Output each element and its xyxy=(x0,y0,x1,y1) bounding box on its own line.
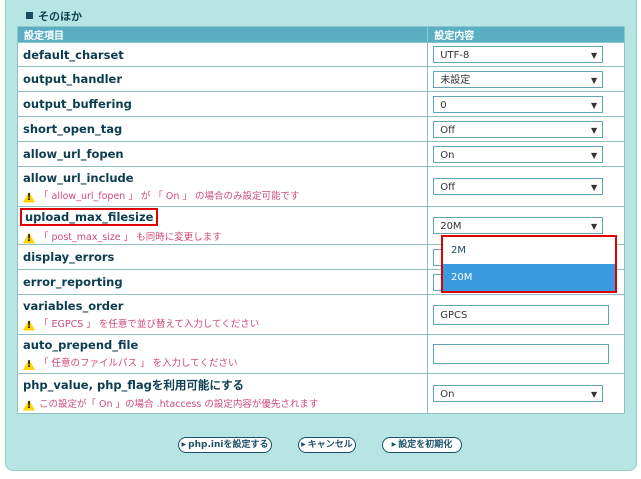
short-open-tag-select[interactable]: Off ▼ xyxy=(433,120,604,138)
table-row: allow_url_include ! 「 allow_url_fopen 」 が… xyxy=(16,166,625,207)
variables-order-input[interactable]: GPCS xyxy=(433,304,610,325)
warning-icon: ! xyxy=(23,191,35,203)
output-handler-select[interactable]: 未設定 ▼ xyxy=(433,70,604,88)
table-row: php_value, php_flagを利用可能にする ! この設定が「 On 」… xyxy=(16,373,625,414)
warning-icon: ! xyxy=(23,232,35,244)
upload-max-filesize-dropdown: 2M 20M xyxy=(441,235,617,293)
settings-table: 設定項目 設定内容 default_charset UTF-8 ▼ output_… xyxy=(16,26,625,414)
warning-note: ! この設定が「 On 」の場合 .htaccess の設定内容が優先されます xyxy=(23,396,422,411)
warning-note: ! 「 post_max_size 」 も同時に変更します xyxy=(23,229,422,244)
setting-name: allow_url_fopen xyxy=(23,147,124,161)
setting-name: allow_url_include xyxy=(23,170,134,185)
setting-name: output_handler xyxy=(23,72,123,86)
dropdown-arrow-icon: ▼ xyxy=(591,183,598,192)
upload-max-filesize-select[interactable]: 20M ▼ xyxy=(433,217,604,234)
php-value-flag-select[interactable]: On ▼ xyxy=(433,385,604,402)
warning-icon: ! xyxy=(23,319,35,331)
table-row: auto_prepend_file ! 「 任意のファイルパス 」 を入力してくだ… xyxy=(16,334,625,374)
warning-icon: ! xyxy=(23,399,35,411)
section-title: そのほか xyxy=(26,8,82,24)
allow-url-include-select[interactable]: Off ▼ xyxy=(433,178,604,195)
dropdown-arrow-icon: ▼ xyxy=(591,222,598,231)
table-header: 設定項目 設定内容 xyxy=(16,26,625,43)
table-row: allow_url_fopen On ▼ xyxy=(16,141,625,167)
table-row: default_charset UTF-8 ▼ xyxy=(16,42,625,67)
triangle-right-icon: ▶ xyxy=(391,441,397,448)
col-header-item: 設定項目 xyxy=(16,26,429,43)
warning-note: ! 「 allow_url_fopen 」 が 「 On 」 の場合のみ設定可能で… xyxy=(23,188,422,203)
output-buffering-select[interactable]: 0 ▼ xyxy=(433,95,604,113)
square-bullet-icon xyxy=(26,12,33,19)
allow-url-fopen-select[interactable]: On ▼ xyxy=(433,145,604,163)
dropdown-option[interactable]: 2M xyxy=(443,237,615,264)
dropdown-arrow-icon: ▼ xyxy=(591,51,598,60)
dropdown-arrow-icon: ▼ xyxy=(591,150,598,160)
default-charset-select[interactable]: UTF-8 ▼ xyxy=(433,46,604,63)
setting-name: variables_order xyxy=(23,298,124,313)
setting-name: output_buffering xyxy=(23,97,132,111)
setting-name-highlighted: upload_max_filesize xyxy=(20,207,159,226)
table-row: short_open_tag Off ▼ xyxy=(16,116,625,142)
dropdown-arrow-icon: ▼ xyxy=(591,390,598,399)
triangle-right-icon: ▶ xyxy=(181,441,187,448)
apply-php-ini-button[interactable]: ▶ php.iniを設定する xyxy=(178,437,272,453)
reset-button[interactable]: ▶ 設定を初期化 xyxy=(382,437,462,453)
setting-name: short_open_tag xyxy=(23,122,123,136)
setting-name: error_reporting xyxy=(23,275,123,289)
setting-name: display_errors xyxy=(23,250,115,264)
col-header-value: 設定内容 xyxy=(427,26,625,43)
setting-name: auto_prepend_file xyxy=(23,338,139,352)
dropdown-option-selected[interactable]: 20M xyxy=(443,264,615,291)
warning-note: ! 「 任意のファイルパス 」 を入力してください xyxy=(23,355,422,370)
table-row: output_buffering 0 ▼ xyxy=(16,91,625,117)
setting-name: default_charset xyxy=(23,47,124,62)
triangle-right-icon: ▶ xyxy=(301,441,306,448)
cancel-button[interactable]: ▶ キャンセル xyxy=(298,437,356,453)
dropdown-arrow-icon: ▼ xyxy=(591,125,598,135)
table-row: variables_order ! 「 EGPCS 」 を任意で並び替えて入力して… xyxy=(16,294,625,335)
warning-note: ! 「 EGPCS 」 を任意で並び替えて入力してください xyxy=(23,316,422,331)
setting-name: php_value, php_flagを利用可能にする xyxy=(23,377,244,392)
auto-prepend-file-input[interactable] xyxy=(433,344,610,364)
warning-icon: ! xyxy=(23,359,35,370)
dropdown-arrow-icon: ▼ xyxy=(591,100,598,110)
table-row: output_handler 未設定 ▼ xyxy=(16,66,625,92)
dropdown-arrow-icon: ▼ xyxy=(591,75,598,85)
